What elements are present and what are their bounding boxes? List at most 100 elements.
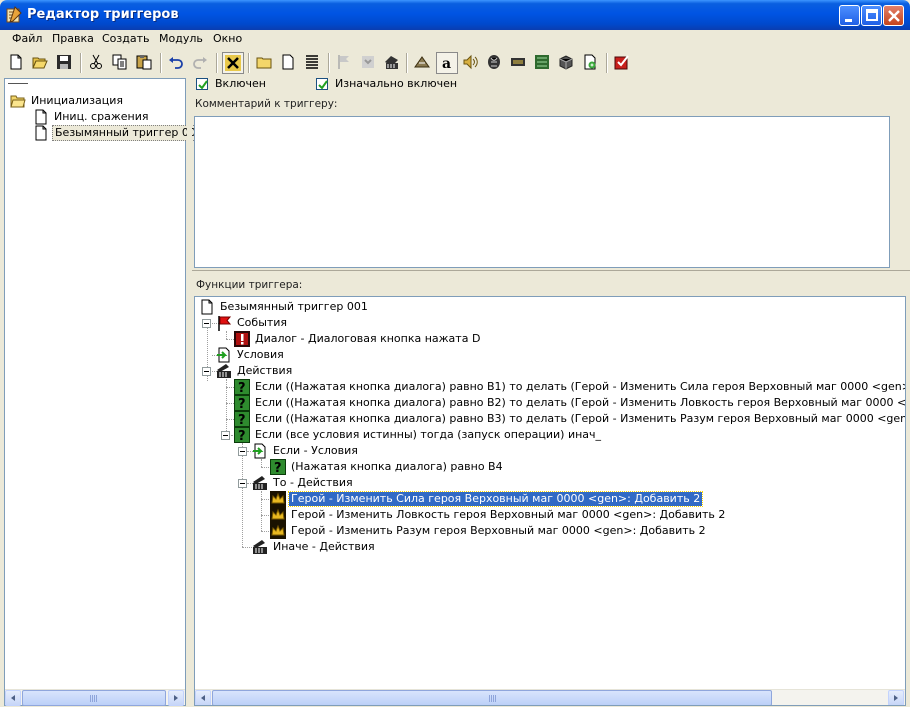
function-action-if-b2[interactable]: ? Если ((Нажатая кнопка диалога) равно B… [234,395,905,412]
ai-editor-icon[interactable] [484,52,506,74]
function-then-actions[interactable]: То - Действия [252,475,355,491]
menu-bar: Файл Правка Создать Модуль Окно [0,30,910,49]
new-condition-icon[interactable] [358,52,380,74]
new-category-icon[interactable] [254,52,276,74]
collapse-toggle[interactable] [238,447,247,456]
terrain-editor-icon[interactable] [412,52,434,74]
svg-text:?: ? [238,429,246,443]
save-icon[interactable] [54,52,76,74]
paste-icon[interactable] [134,52,156,74]
trigger-functions-tree[interactable]: Безымянный триггер 001 События Диалог - … [194,296,906,706]
svg-text:?: ? [238,413,246,427]
left-horizontal-scrollbar[interactable] [5,689,185,706]
new-action-icon[interactable] [382,52,404,74]
function-if-conditions[interactable]: Если - Условия [252,443,360,459]
open-folder-icon[interactable] [30,52,52,74]
collapse-toggle[interactable] [202,319,211,328]
svg-text:?: ? [238,397,246,411]
function-conditions[interactable]: Условия [216,347,286,363]
object-editor-icon[interactable] [508,52,530,74]
tree-category-label: Инициализация [31,94,123,107]
enabled-label: Включен [215,77,266,90]
svg-text:a: a [442,56,451,71]
checkbox-box[interactable] [196,77,208,90]
cut-icon[interactable] [86,52,108,74]
maximize-button[interactable] [861,5,882,26]
functions-horizontal-scrollbar[interactable] [195,689,905,705]
scroll-left-arrow[interactable] [5,690,21,706]
tree-root-line [8,83,28,87]
initially-on-label: Изначально включен [335,77,458,90]
function-hero-intelligence[interactable]: Герой - Изменить Разум героя Верховный м… [270,523,708,539]
functions-label: Функции триггера: [196,279,303,291]
function-label: То - Действия [273,476,353,489]
new-file-icon[interactable] [6,52,28,74]
close-button[interactable] [883,5,904,26]
tree-item-unnamed-trigger[interactable]: Безымянный триггер 001 [33,125,206,141]
new-trigger-icon[interactable] [278,52,300,74]
trigger-document-icon [33,125,49,141]
enabled-checkbox[interactable]: Включен [196,77,266,90]
function-root-trigger[interactable]: Безымянный триггер 001 [199,299,370,315]
trigger-list-tree[interactable]: Инициализация Иниц. сражения Безымянный … [4,78,206,706]
horizontal-splitter[interactable] [192,270,910,274]
menu-module[interactable]: Модуль [158,32,204,45]
menu-create[interactable]: Создать [101,32,151,45]
undo-icon[interactable] [166,52,188,74]
function-action-if-all[interactable]: ? Если (все условия истинны) тогда (запу… [234,427,603,444]
condition-icon [252,443,268,459]
comment-textarea[interactable] [194,116,890,268]
function-actions[interactable]: Действия [216,363,294,379]
hero-crown-icon [270,491,286,507]
scroll-thumb[interactable] [212,690,772,705]
new-event-icon[interactable] [334,52,356,74]
campaign-editor-icon[interactable] [532,52,554,74]
import-editor-icon[interactable] [556,52,578,74]
scroll-left-arrow[interactable] [195,690,211,705]
function-label: (Нажатая кнопка диалога) равно B4 [291,460,503,473]
unit-editor-icon[interactable]: a [436,52,458,74]
function-action-if-b1[interactable]: ? Если ((Нажатая кнопка диалога) равно B… [234,379,905,396]
collapse-toggle[interactable] [202,367,211,376]
collapse-toggle[interactable] [238,479,247,488]
objectives-editor-icon[interactable] [580,52,602,74]
collapse-toggle[interactable] [221,431,230,440]
title-bar[interactable]: Редактор триггеров [0,0,910,30]
function-hero-agility[interactable]: Герой - Изменить Ловкость героя Верховны… [270,507,727,523]
question-icon: ? [234,395,250,412]
function-event-dialog[interactable]: Диалог - Диалоговая кнопка нажата D [234,331,482,347]
hero-crown-icon [270,507,286,523]
new-comment-icon[interactable] [302,52,324,74]
menu-edit[interactable]: Правка [51,32,95,45]
scroll-right-arrow[interactable] [168,690,184,706]
sound-editor-icon[interactable] [460,52,482,74]
scroll-right-arrow[interactable] [888,690,904,705]
scroll-thumb[interactable] [22,690,166,706]
question-icon: ? [234,379,250,396]
function-condition-b4[interactable]: ? (Нажатая кнопка диалога) равно B4 [270,459,505,476]
function-action-if-b3[interactable]: ? Если ((Нажатая кнопка диалога) равно B… [234,411,905,428]
action-clapper-icon [252,539,268,555]
function-label: Иначе - Действия [273,540,375,553]
tree-item-label: Иниц. сражения [54,110,149,123]
function-hero-strength[interactable]: Герой - Изменить Сила героя Верховный ма… [270,491,704,507]
initially-on-checkbox[interactable]: Изначально включен [316,77,457,90]
tree-category-initialization[interactable]: Инициализация [10,93,125,109]
condition-icon [216,347,232,363]
window-title: Редактор триггеров [27,7,179,22]
function-events[interactable]: События [216,315,289,331]
tree-item-battle-init[interactable]: Иниц. сражения [33,109,150,125]
app-icon [5,6,23,24]
question-icon: ? [234,427,250,444]
trigger-document-icon [33,109,49,125]
checkbox-box[interactable] [316,77,328,90]
copy-icon[interactable] [110,52,132,74]
menu-file[interactable]: Файл [11,32,43,45]
redo-icon[interactable] [190,52,212,74]
menu-window[interactable]: Окно [212,32,243,45]
delete-icon[interactable] [222,52,244,74]
pane-splitter[interactable] [187,78,192,706]
test-map-icon[interactable] [612,52,634,74]
minimize-button[interactable] [839,5,860,26]
function-else-actions[interactable]: Иначе - Действия [252,539,377,555]
